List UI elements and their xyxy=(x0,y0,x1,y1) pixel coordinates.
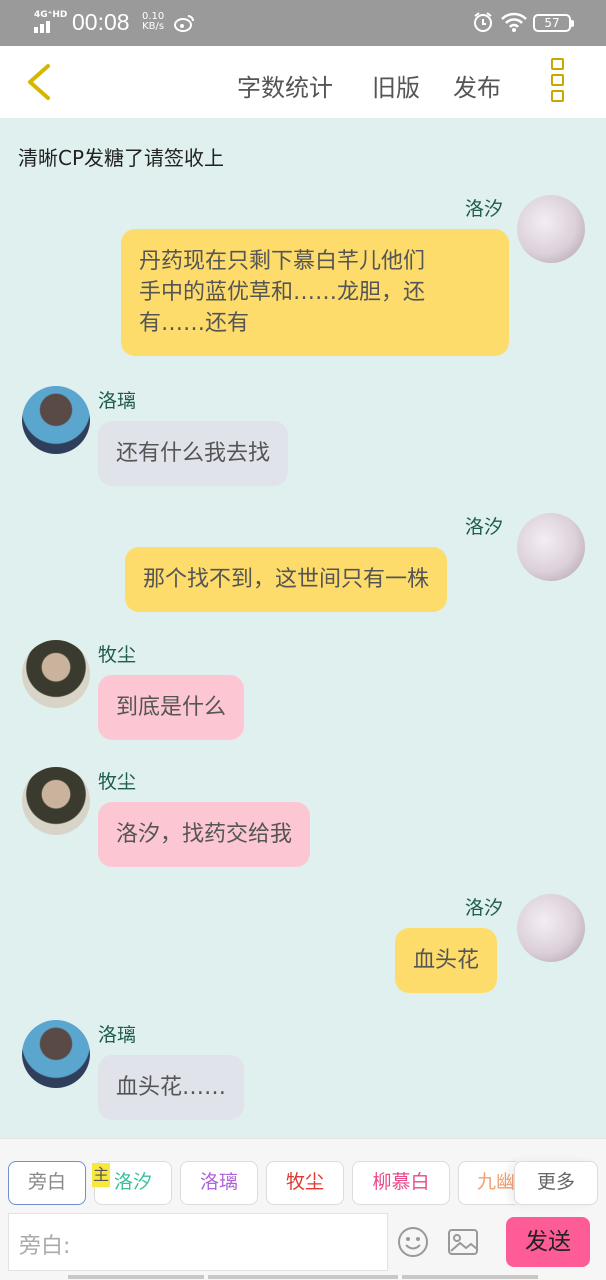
message-input[interactable]: 旁白: xyxy=(8,1213,388,1271)
role-chip-jiuyou[interactable]: 九幽 xyxy=(458,1161,516,1205)
publish-button[interactable]: 发布 xyxy=(453,68,501,103)
word-count-button[interactable]: 字数统计 xyxy=(237,68,333,103)
avatar[interactable] xyxy=(517,513,585,581)
avatar[interactable] xyxy=(517,195,585,263)
message-text: 到底是什么 xyxy=(116,695,227,720)
status-bar: 4G⁺HD 00:08 0.10 KB/s 57 xyxy=(0,0,606,46)
battery-icon: 57 xyxy=(533,14,574,32)
message-bubble[interactable]: 洛汐，找药交给我 xyxy=(98,802,311,867)
top-toolbar: 字数统计 旧版 发布 xyxy=(0,46,606,118)
message-text: 那个找不到，这世间只有一株 xyxy=(143,567,430,592)
message-text: 洛汐，找药交给我 xyxy=(116,822,293,847)
composer: 旁白 洛汐 主 洛璃 牧尘 柳慕白 九幽 更多 旁白: 发送 xyxy=(0,1138,606,1280)
message-text: 还有什么我去找 xyxy=(116,441,271,466)
avatar[interactable] xyxy=(517,894,585,962)
sender-name: 洛璃 xyxy=(98,1024,137,1046)
message-line: 有……还有 xyxy=(139,311,250,336)
message-text: 血头花…… xyxy=(116,1075,227,1100)
avatar[interactable] xyxy=(22,640,90,708)
sender-name: 洛汐 xyxy=(465,516,504,538)
sender-name: 牧尘 xyxy=(98,644,137,666)
message-bubble[interactable]: 到底是什么 xyxy=(98,675,245,740)
network-speed: 0.10 KB/s xyxy=(142,12,164,32)
clock: 00:08 xyxy=(72,9,130,35)
avatar[interactable] xyxy=(22,767,90,835)
weibo-icon xyxy=(174,15,194,32)
sender-name: 洛汐 xyxy=(465,198,504,220)
chat-title: 清晰CP发糖了请签收上 xyxy=(18,146,225,170)
sender-name: 洛璃 xyxy=(98,390,137,412)
message-bubble[interactable]: 血头花…… xyxy=(98,1055,245,1120)
nav-divider xyxy=(208,1275,398,1279)
message-bubble[interactable]: 血头花 xyxy=(395,928,498,993)
message-bubble[interactable]: 丹药现在只剩下慕白芊儿他们 手中的蓝优草和……龙胆，还 有……还有 xyxy=(121,229,509,356)
sender-name: 牧尘 xyxy=(98,771,137,793)
old-version-button[interactable]: 旧版 xyxy=(372,68,420,103)
emoji-icon[interactable] xyxy=(396,1225,430,1259)
wifi-icon xyxy=(501,12,527,32)
more-roles-button[interactable]: 更多 xyxy=(514,1161,598,1205)
alarm-icon xyxy=(474,12,492,32)
message-bubble[interactable]: 还有什么我去找 xyxy=(98,421,289,486)
role-chip-liumubai[interactable]: 柳慕白 xyxy=(352,1161,450,1205)
nav-divider xyxy=(402,1275,538,1279)
message-text: 血头花 xyxy=(413,948,480,973)
main-role-badge: 主 xyxy=(92,1163,110,1187)
avatar[interactable] xyxy=(22,386,90,454)
message-line: 手中的蓝优草和……龙胆，还 xyxy=(139,280,426,305)
send-button[interactable]: 发送 xyxy=(506,1217,590,1267)
network-type: 4G⁺HD xyxy=(34,10,68,20)
role-chip-luoli[interactable]: 洛璃 xyxy=(180,1161,258,1205)
message-bubble[interactable]: 那个找不到，这世间只有一株 xyxy=(125,547,448,612)
avatar[interactable] xyxy=(22,1020,90,1088)
back-icon[interactable] xyxy=(22,62,58,102)
more-menu-icon[interactable] xyxy=(548,58,568,106)
message-line: 丹药现在只剩下慕白芊儿他们 xyxy=(139,249,426,274)
nav-divider xyxy=(68,1275,204,1279)
role-chip-muchen[interactable]: 牧尘 xyxy=(266,1161,344,1205)
speed-unit: KB/s xyxy=(142,21,165,32)
role-chip-narration[interactable]: 旁白 xyxy=(8,1161,86,1205)
image-icon[interactable] xyxy=(446,1225,480,1259)
sender-name: 洛汐 xyxy=(465,897,504,919)
